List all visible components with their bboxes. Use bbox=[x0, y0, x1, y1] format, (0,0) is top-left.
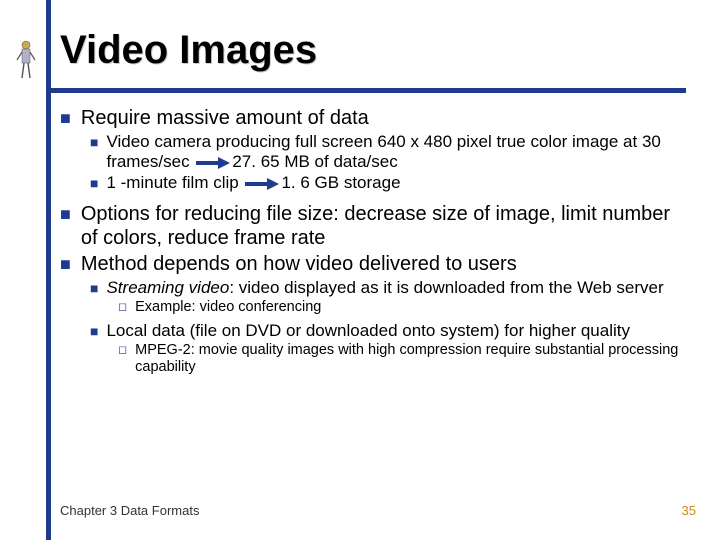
bullet-level1: ■ Require massive amount of data bbox=[60, 106, 680, 130]
bullet-level2: ■ 1 -minute film clip 1. 6 GB storage bbox=[90, 173, 680, 193]
bullet-text: 1 -minute film clip 1. 6 GB storage bbox=[106, 173, 400, 193]
arrow-right-icon bbox=[245, 178, 279, 190]
bullet-text: Streaming video: video displayed as it i… bbox=[106, 278, 663, 298]
square-bullet-icon: ■ bbox=[90, 173, 98, 193]
footer-chapter: Chapter 3 Data Formats bbox=[60, 503, 199, 518]
bullet-text: Example: video conferencing bbox=[135, 299, 321, 316]
bullet-level2: ■ Local data (file on DVD or downloaded … bbox=[90, 321, 680, 341]
slide-body: ■ Require massive amount of data ■ Video… bbox=[60, 106, 680, 377]
square-outline-bullet-icon: ◻ bbox=[118, 299, 127, 316]
arrow-right-icon bbox=[196, 157, 230, 169]
bullet-text: Local data (file on DVD or downloaded on… bbox=[106, 321, 630, 341]
vertical-rule bbox=[46, 0, 51, 540]
bullet-text: MPEG-2: movie quality images with high c… bbox=[135, 342, 680, 376]
square-bullet-icon: ■ bbox=[60, 106, 71, 130]
bullet-level2: ■ Streaming video: video displayed as it… bbox=[90, 278, 680, 298]
bullet-text: Video camera producing full screen 640 x… bbox=[106, 132, 680, 172]
bullet-text: Options for reducing file size: decrease… bbox=[81, 202, 680, 250]
square-bullet-icon: ■ bbox=[90, 132, 98, 172]
square-bullet-icon: ■ bbox=[90, 278, 98, 298]
horizontal-rule bbox=[46, 88, 686, 93]
bullet-text: Require massive amount of data bbox=[81, 106, 369, 130]
bullet-level1: ■ Options for reducing file size: decrea… bbox=[60, 202, 680, 250]
square-bullet-icon: ■ bbox=[90, 321, 98, 341]
slide-title: Video Images bbox=[60, 28, 317, 73]
bullet-level1: ■ Method depends on how video delivered … bbox=[60, 252, 680, 276]
footer-page-number: 35 bbox=[682, 503, 696, 518]
bullet-level3: ◻ Example: video conferencing bbox=[118, 299, 680, 316]
square-bullet-icon: ■ bbox=[60, 202, 71, 250]
decorative-figure-icon bbox=[14, 40, 38, 80]
square-bullet-icon: ■ bbox=[60, 252, 71, 276]
bullet-level3: ◻ MPEG-2: movie quality images with high… bbox=[118, 342, 680, 376]
square-outline-bullet-icon: ◻ bbox=[118, 342, 127, 376]
bullet-level2: ■ Video camera producing full screen 640… bbox=[90, 132, 680, 172]
bullet-text: Method depends on how video delivered to… bbox=[81, 252, 517, 276]
